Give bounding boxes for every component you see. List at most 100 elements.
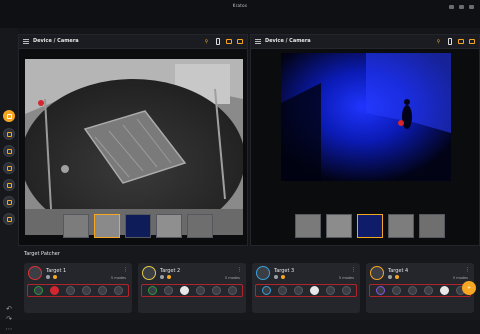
close-icon[interactable]: [469, 5, 474, 9]
thumbnail-strip-right: [295, 214, 445, 238]
left-toolbar: ↶ ↷ ⋯: [0, 28, 18, 333]
mode-buttons: [27, 284, 129, 297]
target-meta: 5 modes: [110, 276, 126, 280]
more-icon[interactable]: ⋯: [0, 324, 18, 334]
maximize-icon[interactable]: [459, 5, 464, 9]
target-alt-tool-button[interactable]: [3, 162, 15, 174]
thumbnail[interactable]: [125, 214, 151, 238]
bolt-icon[interactable]: [261, 286, 271, 295]
frame-icon: [6, 182, 12, 188]
bolt-icon[interactable]: [147, 286, 157, 295]
status-icons: [46, 275, 57, 279]
camera-icon[interactable]: [457, 38, 464, 45]
avatar: [370, 266, 384, 280]
status-icons: [160, 275, 171, 279]
frame-tool-button[interactable]: [3, 179, 15, 191]
phone-icon[interactable]: [446, 38, 453, 45]
mode-button-active[interactable]: [179, 286, 189, 295]
add-target-button[interactable]: +: [462, 281, 476, 295]
person-icon[interactable]: ⚲: [435, 38, 442, 45]
mode-button[interactable]: [81, 286, 91, 295]
title-bar: Kratos: [0, 0, 480, 28]
clock-icon: [274, 275, 278, 279]
thumbnail[interactable]: [388, 214, 414, 238]
target-card[interactable]: Target 4 ⋮ 5 modes: [366, 263, 474, 313]
more-icon[interactable]: ⋮: [465, 267, 470, 273]
pencil-tool-button[interactable]: [3, 110, 15, 122]
camera-tool-button[interactable]: [3, 145, 15, 157]
camera-icon: [6, 148, 12, 154]
thumbnail[interactable]: [295, 214, 321, 238]
mode-buttons: [141, 284, 243, 297]
target-tool-button[interactable]: [3, 128, 15, 140]
mode-button-active[interactable]: [309, 286, 319, 295]
thumbnail[interactable]: [156, 214, 182, 238]
panel-title: Device / Camera: [265, 38, 311, 44]
avatar: [256, 266, 270, 280]
mode-button-active[interactable]: [439, 286, 449, 295]
frame-icon[interactable]: [468, 38, 475, 45]
thumbnail[interactable]: [63, 214, 89, 238]
mode-button[interactable]: [391, 286, 401, 295]
mode-button[interactable]: [163, 286, 173, 295]
thumbnail[interactable]: [187, 214, 213, 238]
thumbnail[interactable]: [326, 214, 352, 238]
mode-button[interactable]: [195, 286, 205, 295]
mode-button[interactable]: [97, 286, 107, 295]
mode-button[interactable]: [293, 286, 303, 295]
more-icon[interactable]: ⋮: [237, 267, 242, 273]
mode-button[interactable]: [65, 286, 75, 295]
status-dot-icon: [395, 275, 399, 279]
target-icon: [6, 131, 12, 137]
target-name: Target 4: [388, 268, 409, 274]
camera-icon[interactable]: [225, 38, 232, 45]
window-controls: [449, 5, 474, 9]
settings-tool-button[interactable]: [3, 196, 15, 208]
mode-button[interactable]: [227, 286, 237, 295]
list-tool-button[interactable]: [3, 213, 15, 225]
camera-panel-right: Device / Camera ⚲: [250, 34, 480, 246]
panel-header: Device / Camera ⚲: [19, 35, 247, 49]
mode-button-active[interactable]: [49, 286, 59, 295]
more-icon[interactable]: ⋮: [123, 267, 128, 273]
mode-button[interactable]: [423, 286, 433, 295]
thumbnail-strip-left: [63, 214, 213, 238]
bolt-icon[interactable]: [33, 286, 43, 295]
frame-icon[interactable]: [236, 38, 243, 45]
panel-header: Device / Camera ⚲: [251, 35, 479, 49]
mode-button[interactable]: [113, 286, 123, 295]
status-dot-icon: [53, 275, 57, 279]
target-card[interactable]: Target 2 ⋮ 5 modes: [138, 263, 246, 313]
list-icon: [6, 216, 12, 222]
target-meta: 5 modes: [338, 276, 354, 280]
mode-button[interactable]: [277, 286, 287, 295]
minimize-icon[interactable]: [449, 5, 454, 9]
bottom-tools: ↶ ↷ ⋯: [0, 304, 18, 334]
avatar: [142, 266, 156, 280]
menu-icon[interactable]: [255, 39, 261, 44]
settings-icon: [6, 199, 12, 205]
thumbnail[interactable]: [419, 214, 445, 238]
mode-button[interactable]: [211, 286, 221, 295]
more-icon[interactable]: ⋮: [351, 267, 356, 273]
undo-icon[interactable]: ↶: [0, 304, 18, 314]
target-card[interactable]: Target 3 ⋮ 5 modes: [252, 263, 360, 313]
redo-icon[interactable]: ↷: [0, 314, 18, 324]
target-card[interactable]: Target 1 ⋮ 5 modes: [24, 263, 132, 313]
mode-button[interactable]: [407, 286, 417, 295]
mode-button[interactable]: [341, 286, 351, 295]
panel-title: Device / Camera: [33, 38, 79, 44]
status-dot-icon: [167, 275, 171, 279]
plus-icon: +: [466, 285, 472, 291]
thumbnail-selected[interactable]: [94, 214, 120, 238]
thumbnail-selected[interactable]: [357, 214, 383, 238]
camera-panel-left: Device / Camera ⚲: [18, 34, 248, 246]
person-icon[interactable]: ⚲: [203, 38, 210, 45]
camera-feed-blue[interactable]: [281, 53, 451, 181]
bolt-icon[interactable]: [375, 286, 385, 295]
camera-feed-grayscale[interactable]: [25, 59, 243, 235]
menu-icon[interactable]: [23, 39, 29, 44]
clock-icon: [160, 275, 164, 279]
phone-icon[interactable]: [214, 38, 221, 45]
mode-button[interactable]: [325, 286, 335, 295]
